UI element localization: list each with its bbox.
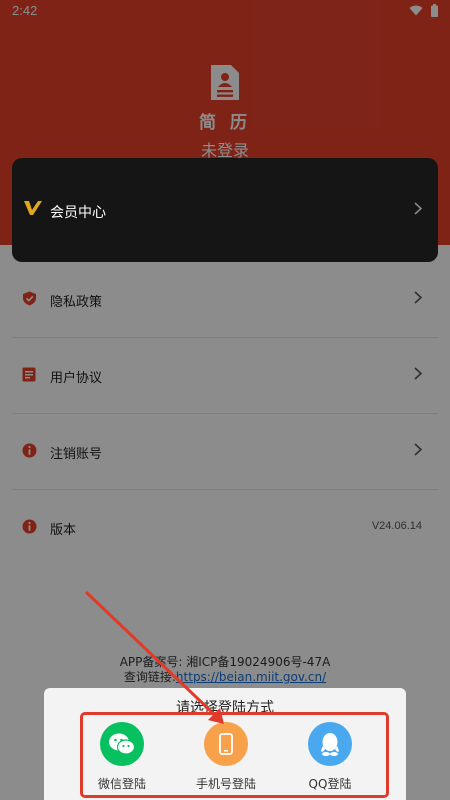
annotation-arrow (84, 590, 224, 724)
annotation-highlight-box (80, 712, 389, 798)
